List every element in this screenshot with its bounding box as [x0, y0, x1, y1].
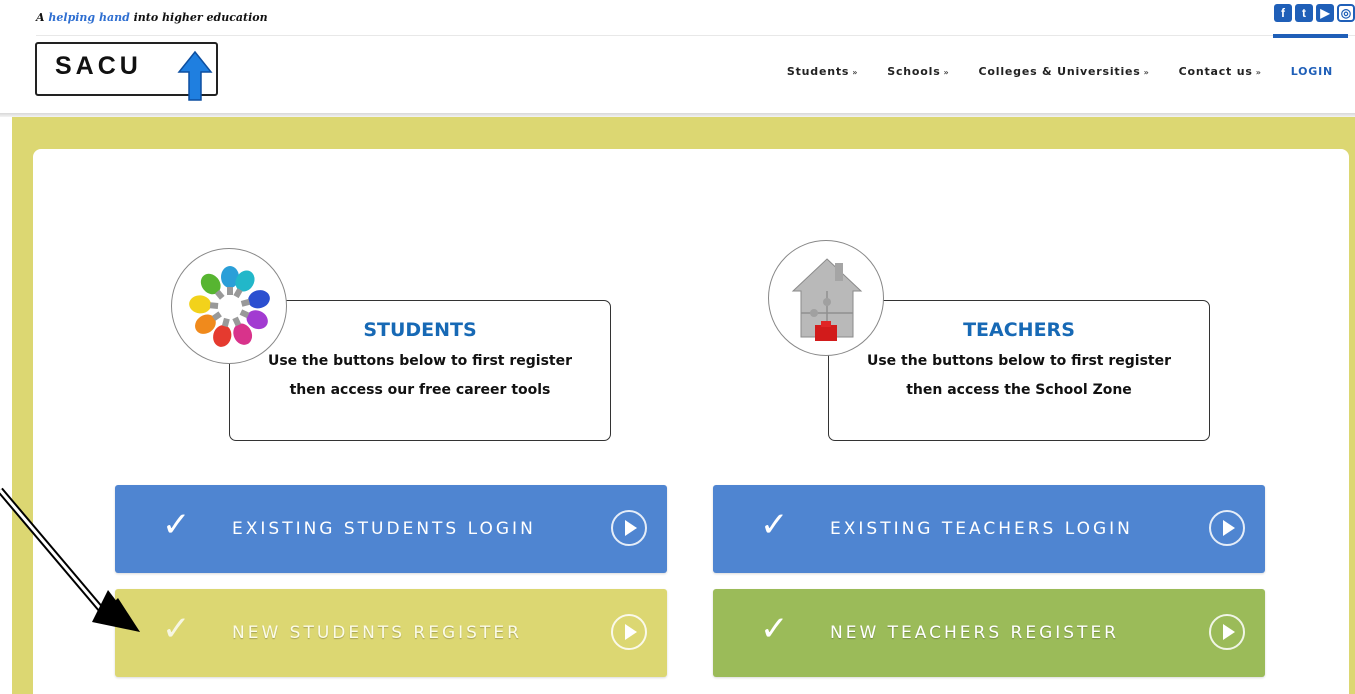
students-line-2: then access our free career tools: [289, 382, 551, 398]
play-icon: [611, 614, 647, 650]
lightbulbs-icon: [171, 248, 287, 364]
nav-item-colleges[interactable]: Colleges & Universities»: [979, 65, 1150, 78]
play-icon: [611, 510, 647, 546]
teachers-line-1: Use the buttons below to first register: [866, 353, 1171, 369]
chevron-down-icon: »: [852, 68, 859, 77]
new-teachers-register-label: NEW TEACHERS REGISTER: [830, 623, 1119, 643]
check-icon: ✓: [760, 505, 789, 545]
tagline-highlight: helping hand: [48, 11, 130, 24]
nav-item-contact[interactable]: Contact us»: [1179, 65, 1262, 78]
twitter-icon[interactable]: t: [1295, 4, 1313, 22]
nav-item-students[interactable]: Students»: [787, 65, 858, 78]
students-heading: STUDENTS: [363, 319, 477, 341]
play-icon: [1209, 614, 1245, 650]
nav-label: Students: [786, 65, 850, 78]
new-students-register-button[interactable]: ✓ NEW STUDENTS REGISTER: [115, 589, 667, 677]
new-students-register-label: NEW STUDENTS REGISTER: [232, 623, 522, 643]
teachers-heading: TEACHERS: [963, 319, 1075, 341]
students-description: Use the buttons below to first register …: [230, 347, 610, 405]
login-tab-indicator: [1273, 34, 1348, 38]
chevron-down-icon: »: [1143, 68, 1150, 77]
teachers-description: Use the buttons below to first register …: [829, 347, 1209, 405]
nav-label: Contact us: [1178, 65, 1253, 78]
chevron-down-icon: »: [1255, 68, 1262, 77]
nav-label: Schools: [887, 65, 941, 78]
existing-students-login-label: EXISTING STUDENTS LOGIN: [232, 519, 536, 539]
tagline-prefix: A: [36, 11, 45, 24]
tagline-suffix: into higher education: [133, 11, 268, 24]
youtube-icon[interactable]: ▶: [1316, 4, 1334, 22]
nav-item-schools[interactable]: Schools»: [887, 65, 949, 78]
check-icon: ✓: [760, 609, 789, 649]
main-nav: Students» Schools» Colleges & Universiti…: [758, 65, 1333, 78]
play-icon: [1209, 510, 1245, 546]
annotation-arrow: [0, 487, 140, 632]
teachers-info-box: TEACHERS Use the buttons below to first …: [828, 300, 1210, 441]
tagline: A helping hand into higher education: [36, 11, 268, 24]
nav-label: Colleges & Universities: [978, 65, 1141, 78]
header-divider: [36, 35, 1355, 36]
instagram-icon[interactable]: ◎: [1337, 4, 1355, 22]
existing-teachers-login-label: EXISTING TEACHERS LOGIN: [830, 519, 1133, 539]
existing-students-login-button[interactable]: ✓ EXISTING STUDENTS LOGIN: [115, 485, 667, 573]
facebook-icon[interactable]: f: [1274, 4, 1292, 22]
students-line-1: Use the buttons below to first register: [267, 353, 572, 369]
chevron-down-icon: »: [943, 68, 950, 77]
students-info-box: STUDENTS Use the buttons below to first …: [229, 300, 611, 441]
logo-text: SACU: [55, 52, 142, 80]
teachers-line-2: then access the School Zone: [906, 382, 1132, 398]
puzzle-house-icon: [768, 240, 884, 356]
new-teachers-register-button[interactable]: ✓ NEW TEACHERS REGISTER: [713, 589, 1265, 677]
social-links: f t ▶ ◎: [1274, 4, 1355, 22]
site-logo[interactable]: SACU: [35, 42, 218, 101]
nav-login-link[interactable]: LOGIN: [1291, 65, 1333, 78]
existing-teachers-login-button[interactable]: ✓ EXISTING TEACHERS LOGIN: [713, 485, 1265, 573]
check-icon: ✓: [162, 505, 191, 545]
up-arrow-icon: [177, 50, 213, 101]
check-icon: ✓: [162, 609, 191, 649]
